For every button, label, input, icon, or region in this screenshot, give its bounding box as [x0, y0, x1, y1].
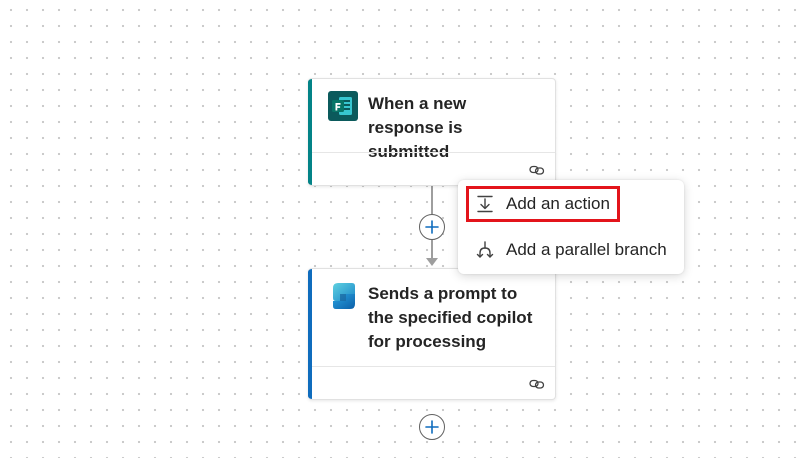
- connector-arrowhead: [426, 258, 438, 266]
- insert-menu: Add an action Add a parallel branch: [458, 180, 684, 274]
- action-card[interactable]: Sends a prompt to the specified copilot …: [308, 268, 556, 400]
- add-action-icon: [474, 193, 496, 215]
- plus-icon: [425, 420, 439, 434]
- copilot-studio-icon: [328, 281, 358, 311]
- connector-line-top: [431, 186, 433, 214]
- parallel-branch-icon: [474, 239, 496, 261]
- trigger-card[interactable]: When a new response is submitted: [308, 78, 556, 186]
- connector-line-bottom: [431, 240, 433, 260]
- forms-icon: [328, 91, 358, 121]
- link-icon[interactable]: [529, 377, 545, 391]
- link-icon[interactable]: [529, 163, 545, 177]
- insert-step-button[interactable]: [419, 214, 445, 240]
- action-card-footer: [312, 366, 555, 399]
- add-an-action-menu-item[interactable]: Add an action: [466, 186, 620, 222]
- add-step-button[interactable]: [419, 414, 445, 440]
- action-title: Sends a prompt to the specified copilot …: [368, 284, 533, 351]
- plus-icon: [425, 220, 439, 234]
- add-parallel-branch-menu-item[interactable]: Add a parallel branch: [466, 232, 678, 268]
- add-parallel-branch-label: Add a parallel branch: [506, 240, 667, 259]
- add-an-action-label: Add an action: [506, 194, 610, 213]
